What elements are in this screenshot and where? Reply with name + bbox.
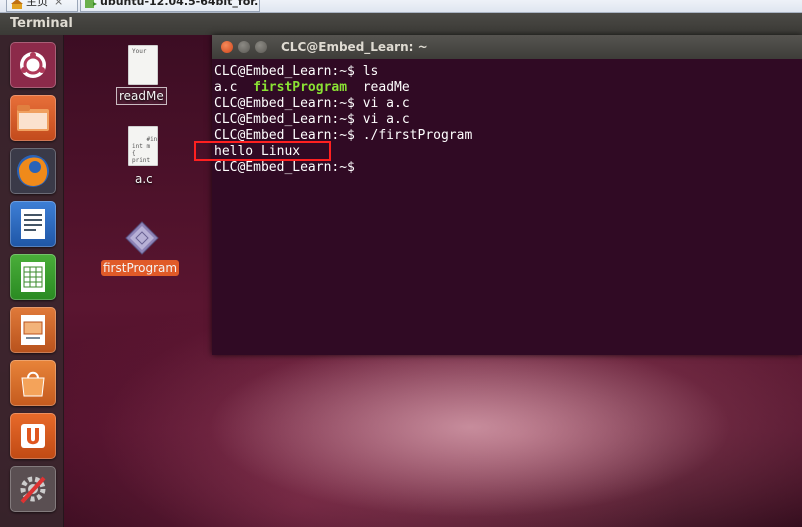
vmware-tab-strip: 主页 × ubuntu-12.04.5-64bit_for...× [0,0,802,13]
text-file-icon: Your [128,45,158,85]
terminal-line-ls-output: a.c firstProgram readMe [214,80,800,96]
maximize-window-icon[interactable] [255,41,267,53]
close-window-icon[interactable] [221,41,233,53]
readme-preview: Your [132,48,147,55]
tab-vm-label: ubuntu-12.04.5-64bit_for... [100,0,260,8]
minimize-window-icon[interactable] [238,41,250,53]
terminal-line-prompt: CLC@Embed_Learn:~$ [214,160,363,175]
tab-home-label: 主页 [26,0,48,8]
highlight-annotation-box [194,141,331,161]
firefox-icon[interactable] [10,148,56,194]
terminal-line: CLC@Embed_Learn:~$ ls [214,64,379,79]
executable-icon [124,220,160,260]
dash-home-icon[interactable] [10,42,56,88]
home-icon [11,0,23,9]
ac-preview: #incl int m { print [132,136,158,164]
ls-file-a-c: a.c [214,80,254,95]
terminal-title: CLC@Embed_Learn: ~ [281,40,428,54]
terminal-line: CLC@Embed_Learn:~$ vi a.c [214,112,410,127]
impress-icon[interactable] [10,307,56,353]
writer-icon[interactable] [10,201,56,247]
files-folder-icon[interactable] [10,95,56,141]
tab-home[interactable]: 主页 × [6,0,78,12]
terminal-window[interactable]: CLC@Embed_Learn: ~ CLC@Embed_Learn:~$ ls… [212,35,802,355]
firstprogram-label: firstProgram [101,260,180,276]
terminal-title-bar[interactable]: CLC@Embed_Learn: ~ [212,35,802,59]
ls-file-readme: readMe [347,80,410,95]
top-panel: Terminal [0,13,802,35]
terminal-line: CLC@Embed_Learn:~$ vi a.c [214,96,410,111]
ubuntu-one-icon[interactable] [10,413,56,459]
calc-icon[interactable] [10,254,56,300]
software-center-icon[interactable] [10,360,56,406]
terminal-output[interactable]: CLC@Embed_Learn:~$ ls a.c firstProgram r… [214,64,800,355]
readme-label: readMe [116,87,167,105]
tab-home-close-icon[interactable]: × [54,0,63,8]
tab-vm[interactable]: ubuntu-12.04.5-64bit_for...× [80,0,260,12]
source-file-icon: #incl int m { print [128,126,158,166]
vm-icon [85,0,97,8]
active-app-title: Terminal [10,16,73,31]
launcher [0,35,64,527]
ac-label: a.c [135,172,153,186]
system-settings-icon[interactable] [10,466,56,512]
ls-file-firstprogram: firstProgram [253,80,348,95]
